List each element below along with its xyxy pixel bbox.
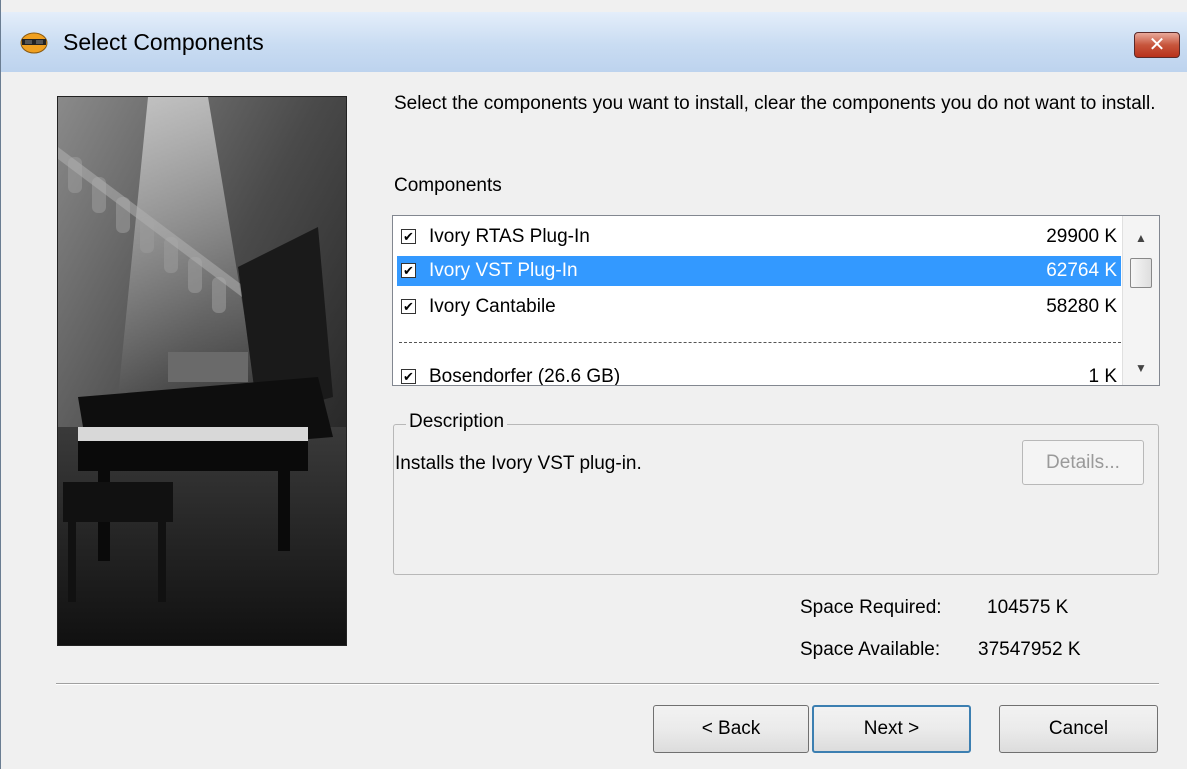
description-legend: Description [406,411,508,433]
vertical-scrollbar[interactable]: ▲ ▼ [1122,216,1159,385]
checkbox[interactable]: ✔ [401,263,416,278]
checkbox[interactable]: ✔ [401,229,416,244]
components-label: Components [394,175,502,196]
component-name: Ivory Cantabile [429,296,556,317]
installer-window: Select Components ✕ Select the component… [0,0,1187,769]
component-size: 29900 K [1046,226,1117,247]
component-size: 62764 K [1046,260,1117,281]
next-button[interactable]: Next > [812,705,971,753]
component-size: 1 K [1088,366,1117,386]
installer-icon [20,32,48,54]
list-item[interactable]: ✔ Ivory Cantabile 58280 K [397,292,1121,322]
scroll-thumb[interactable] [1130,258,1152,288]
component-name: Bosendorfer (26.6 GB) [429,366,621,386]
details-button[interactable]: Details... [1022,440,1144,485]
list-separator [399,342,1121,343]
close-button[interactable]: ✕ [1134,32,1180,58]
description-group: Description Installs the Ivory VST plug-… [393,411,1159,575]
component-name: Ivory VST Plug-In [429,260,578,281]
scroll-up-arrow-icon[interactable]: ▲ [1123,226,1159,250]
list-item[interactable]: ✔ Bosendorfer (26.6 GB) 1 K [397,362,1121,386]
checkbox[interactable]: ✔ [401,369,416,384]
piano-image [57,96,347,646]
title-bar[interactable]: Select Components ✕ [1,12,1187,72]
scroll-down-arrow-icon[interactable]: ▼ [1123,356,1159,380]
back-button[interactable]: < Back [653,705,809,753]
cancel-button[interactable]: Cancel [999,705,1158,753]
checkbox[interactable]: ✔ [401,299,416,314]
list-item[interactable]: ✔ Ivory VST Plug-In 62764 K [397,256,1121,286]
footer-divider [56,683,1159,685]
space-required-label: Space Required: [800,597,942,618]
component-name: Ivory RTAS Plug-In [429,226,590,247]
components-list[interactable]: ✔ Ivory RTAS Plug-In 29900 K ✔ Ivory VST… [392,215,1160,386]
space-required-value: 104575 K [987,597,1069,618]
component-size: 58280 K [1046,296,1117,317]
space-available-value: 37547952 K [978,639,1081,660]
list-item[interactable]: ✔ Ivory RTAS Plug-In 29900 K [397,222,1121,252]
close-icon: ✕ [1148,34,1166,56]
instructions-text: Select the components you want to instal… [394,93,1156,114]
description-text: Installs the Ivory VST plug-in. [395,453,642,474]
space-available-label: Space Available: [800,639,941,660]
window-title: Select Components [63,29,264,55]
